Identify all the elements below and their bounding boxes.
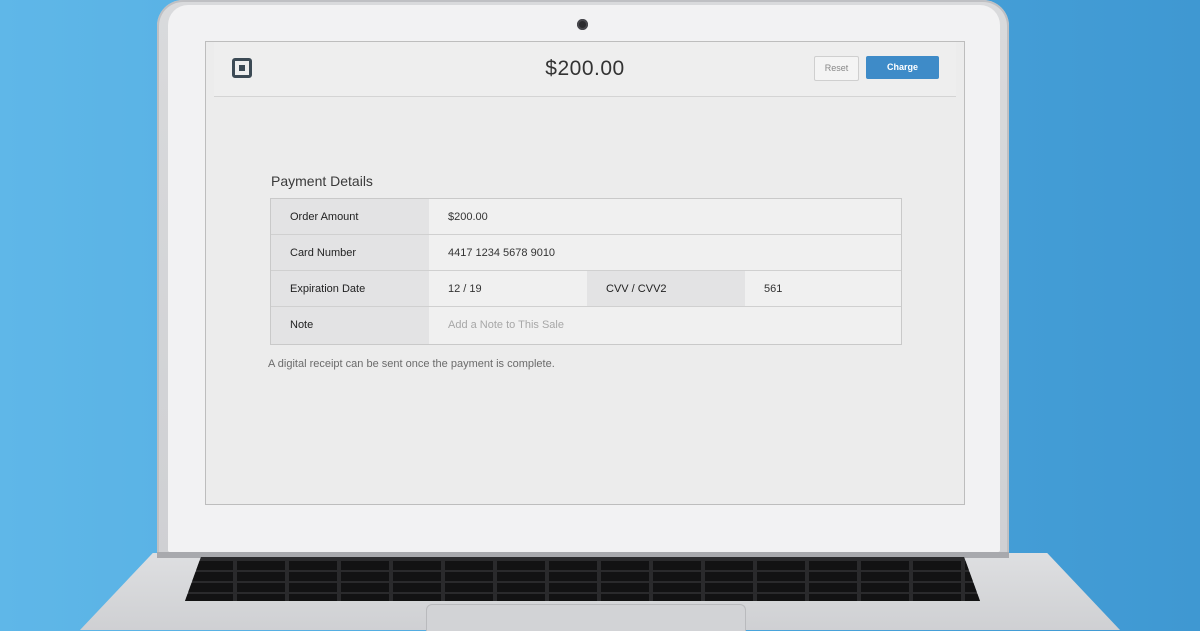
order-amount-row: Order Amount $200.00 <box>271 199 901 235</box>
key-row <box>185 572 980 581</box>
app-window: $200.00 Reset Charge Payment Details Ord… <box>205 41 965 505</box>
card-number-row: Card Number 4417 1234 5678 9010 <box>271 235 901 271</box>
reset-button[interactable]: Reset <box>814 56 859 81</box>
order-amount-label: Order Amount <box>271 199 429 234</box>
key-row <box>185 561 980 570</box>
key-row <box>185 583 980 592</box>
webcam-icon <box>577 19 588 30</box>
trackpad[interactable] <box>426 604 746 631</box>
note-row: Note Add a Note to This Sale <box>271 307 901 344</box>
keyboard <box>185 557 980 601</box>
app-header: $200.00 Reset Charge <box>214 42 956 97</box>
payment-details-form: Order Amount $200.00 Card Number 4417 12… <box>270 198 902 345</box>
card-number-label: Card Number <box>271 235 429 270</box>
payment-details-title: Payment Details <box>271 173 373 189</box>
card-number-field[interactable]: 4417 1234 5678 9010 <box>429 235 555 270</box>
order-amount-field[interactable]: $200.00 <box>429 199 488 234</box>
note-input[interactable]: Add a Note to This Sale <box>429 307 901 344</box>
note-label: Note <box>271 307 429 344</box>
charge-button[interactable]: Charge <box>866 56 939 79</box>
cvv-field[interactable]: 561 <box>745 271 782 306</box>
cvv-label: CVV / CVV2 <box>587 271 745 306</box>
expiration-cvv-row: Expiration Date 12 / 19 CVV / CVV2 561 <box>271 271 901 307</box>
expiration-date-field[interactable]: 12 / 19 <box>429 271 587 306</box>
expiration-date-label: Expiration Date <box>271 271 429 306</box>
receipt-note: A digital receipt can be sent once the p… <box>268 358 555 370</box>
